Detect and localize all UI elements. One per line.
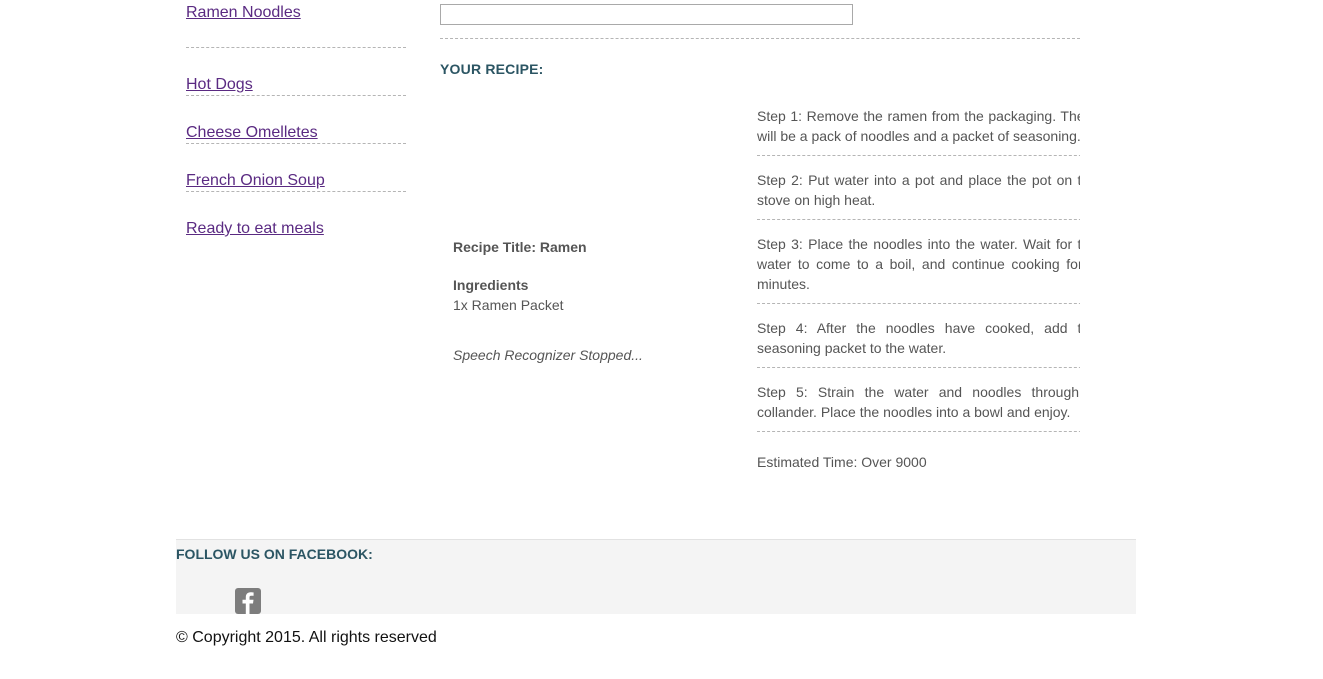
sidebar-link-cheese-omelletes[interactable]: Cheese Omelletes [186,121,406,145]
footer-social: FOLLOW US ON FACEBOOK: [176,539,1136,614]
sidebar-link-hot-dogs[interactable]: Hot Dogs [186,73,406,97]
estimated-time: Estimated Time: Over 9000 [757,454,927,470]
recipe-step: Step 5: Strain the water and noodles thr… [757,382,1080,432]
recipe-step: Step 4: After the noodles have cooked, a… [757,318,1080,368]
follow-title: FOLLOW US ON FACEBOOK: [176,546,373,562]
sidebar-link-french-onion-soup[interactable]: French Onion Soup [186,169,406,193]
section-title: YOUR RECIPE: [440,61,544,77]
facebook-icon[interactable] [235,588,261,614]
sidebar-item: Ramen Noodles [186,0,406,48]
sidebar-link-ready-to-eat-meals[interactable]: Ready to eat meals [186,217,406,241]
sidebar-item: Ready to eat meals [186,192,406,240]
recipe-steps: Step 1: Remove the ramen from the packag… [757,106,1080,472]
recipe-summary: Recipe Title: Ramen Ingredients 1x Ramen… [453,237,733,365]
recipe-title: Recipe Title: Ramen [453,239,587,255]
sidebar-item: French Onion Soup [186,144,406,192]
ingredients-heading: Ingredients [453,277,529,293]
sidebar-item: Cheese Omelletes [186,96,406,144]
recipe-search-input[interactable] [440,4,853,25]
recipe-step: Step 2: Put water into a pot and place t… [757,170,1080,220]
recipe-step: Step 1: Remove the ramen from the packag… [757,106,1080,156]
recipe-step: Step 3: Place the noodles into the water… [757,234,1080,304]
divider [440,38,1080,39]
speech-status: Speech Recognizer Stopped... [453,347,643,363]
copyright: © Copyright 2015. All rights reserved [176,629,437,646]
sidebar-link-ramen-noodles[interactable]: Ramen Noodles [186,1,406,25]
main-content: YOUR RECIPE: Recipe Title: Ramen Ingredi… [440,0,1080,520]
sidebar-item: Hot Dogs [186,48,406,96]
sidebar: Ramen Noodles Hot Dogs Cheese Omelletes … [186,0,406,240]
ingredient-item: 1x Ramen Packet [453,297,564,313]
